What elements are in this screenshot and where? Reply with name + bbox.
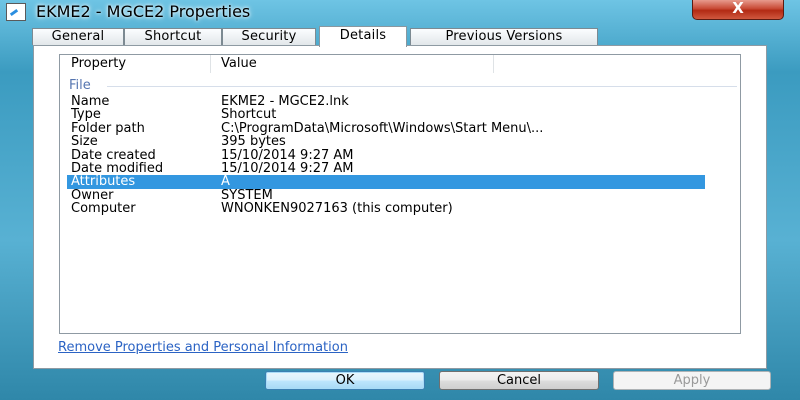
- property-value: Shortcut: [221, 107, 277, 122]
- ok-button[interactable]: OK: [265, 371, 425, 390]
- table-row[interactable]: Name EKME2 - MGCE2.lnk: [60, 95, 740, 108]
- property-name: Type: [71, 107, 101, 122]
- tab-details[interactable]: Details: [319, 26, 407, 47]
- column-divider[interactable]: [210, 55, 211, 73]
- property-name: Computer: [71, 201, 136, 216]
- list-header: Property Value: [60, 55, 740, 73]
- apply-button: Apply: [613, 371, 771, 390]
- property-value: A: [221, 174, 230, 189]
- group-label-file[interactable]: File: [69, 78, 91, 93]
- table-row-selected[interactable]: Attributes A: [60, 174, 740, 189]
- title-bar[interactable]: EKME2 - MGCE2 Properties X: [0, 0, 800, 24]
- details-panel: Property Value File Name EKME2 - MGCE2.l…: [33, 45, 767, 369]
- properties-window: EKME2 - MGCE2 Properties X General Short…: [0, 0, 800, 400]
- shortcut-icon: [6, 3, 26, 21]
- tab-general[interactable]: General: [32, 28, 124, 45]
- property-value: WNONKEN9027163 (this computer): [221, 201, 453, 216]
- property-value: 15/10/2014 9:27 AM: [221, 161, 354, 176]
- close-button[interactable]: X: [692, 0, 784, 20]
- table-row[interactable]: Size 395 bytes: [60, 135, 740, 148]
- tab-shortcut[interactable]: Shortcut: [124, 28, 222, 45]
- selection-highlight: [67, 175, 705, 189]
- table-row[interactable]: Date modified 15/10/2014 9:27 AM: [60, 162, 740, 175]
- table-row[interactable]: Computer WNONKEN9027163 (this computer): [60, 202, 740, 215]
- tab-security[interactable]: Security: [222, 28, 316, 45]
- column-divider[interactable]: [493, 55, 494, 73]
- tab-previous-versions[interactable]: Previous Versions: [410, 28, 598, 45]
- close-icon: X: [732, 0, 744, 17]
- remove-properties-link[interactable]: Remove Properties and Personal Informati…: [58, 340, 348, 355]
- cancel-button[interactable]: Cancel: [439, 371, 599, 390]
- table-row[interactable]: Folder path C:\ProgramData\Microsoft\Win…: [60, 122, 740, 135]
- column-header-property[interactable]: Property: [71, 56, 126, 71]
- table-row[interactable]: Type Shortcut: [60, 108, 740, 121]
- window-title: EKME2 - MGCE2 Properties: [36, 2, 251, 21]
- column-header-value[interactable]: Value: [221, 56, 257, 71]
- property-value: 395 bytes: [221, 134, 286, 149]
- group-divider: [107, 86, 737, 87]
- property-name: Attributes: [71, 174, 136, 189]
- details-list[interactable]: Property Value File Name EKME2 - MGCE2.l…: [59, 54, 741, 334]
- property-name: Size: [71, 134, 98, 149]
